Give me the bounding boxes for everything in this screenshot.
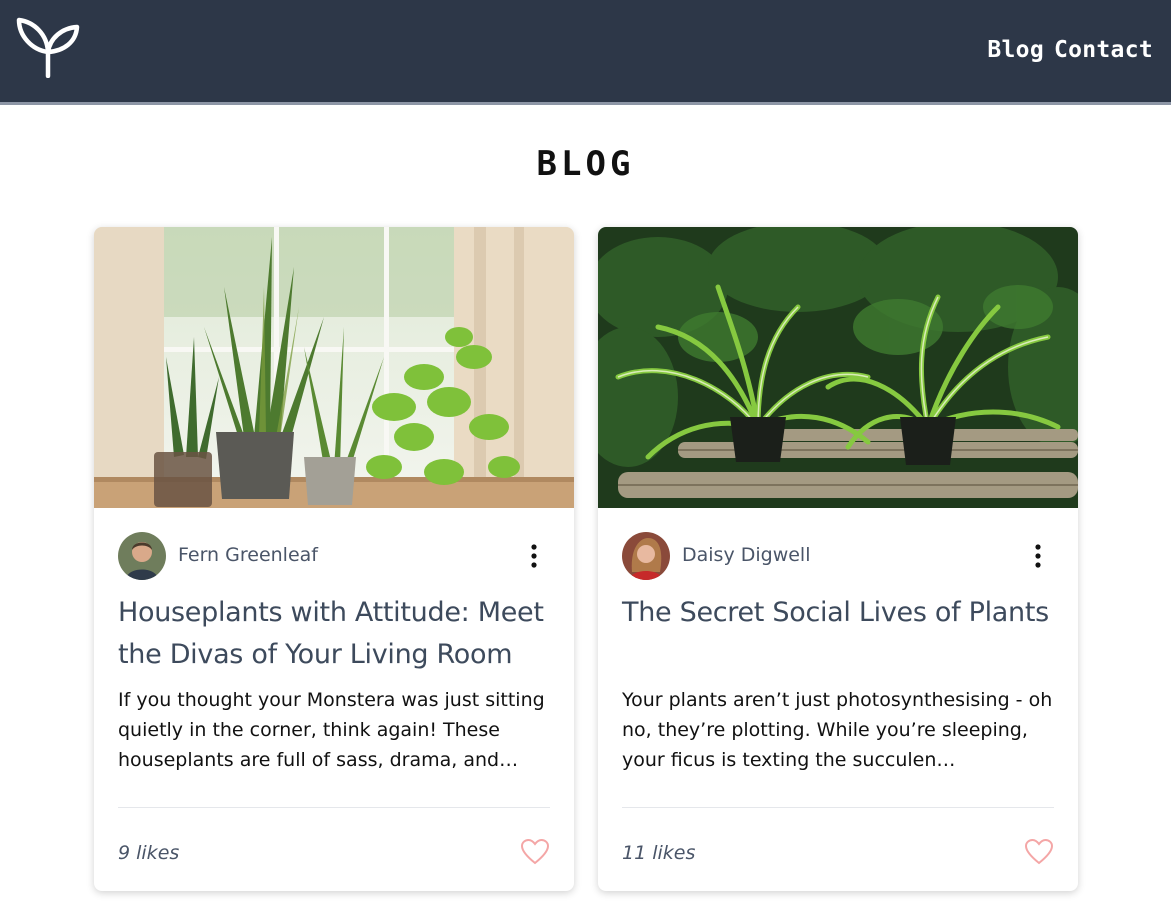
post-excerpt: Your plants aren’t just photosynthesisin… (622, 689, 1053, 771)
card-divider (118, 807, 550, 808)
post-title[interactable]: The Secret Social Lives of Plants (622, 592, 1062, 634)
post-excerpt: If you thought your Monstera was just si… (118, 689, 545, 771)
heart-icon[interactable] (521, 839, 549, 865)
nav-link-blog[interactable]: Blog (987, 37, 1044, 63)
post-title[interactable]: Houseplants with Attitude: Meet the Diva… (118, 592, 558, 676)
more-vertical-icon[interactable] (1028, 542, 1048, 570)
spider-plants-photo[interactable] (598, 227, 1078, 508)
author-name: Fern Greenleaf (178, 544, 318, 566)
like-count: 11 likes (622, 842, 696, 864)
blog-card[interactable]: Fern Greenleaf Houseplants with Attitude… (94, 227, 574, 891)
card-divider (622, 807, 1054, 808)
page-title: BLOG (536, 144, 635, 184)
sprout-icon[interactable] (16, 16, 80, 78)
heart-icon[interactable] (1025, 839, 1053, 865)
author-name: Daisy Digwell (682, 544, 811, 566)
site-header: Blog Contact (0, 0, 1171, 105)
more-vertical-icon[interactable] (524, 542, 544, 570)
main-nav: Blog Contact (987, 37, 1153, 63)
blog-card[interactable]: Daisy Digwell The Secret Social Lives of… (598, 227, 1078, 891)
like-count: 9 likes (118, 842, 180, 864)
houseplants-photo[interactable] (94, 227, 574, 508)
avatar[interactable] (118, 532, 166, 580)
avatar[interactable] (622, 532, 670, 580)
nav-link-contact[interactable]: Contact (1054, 37, 1153, 63)
